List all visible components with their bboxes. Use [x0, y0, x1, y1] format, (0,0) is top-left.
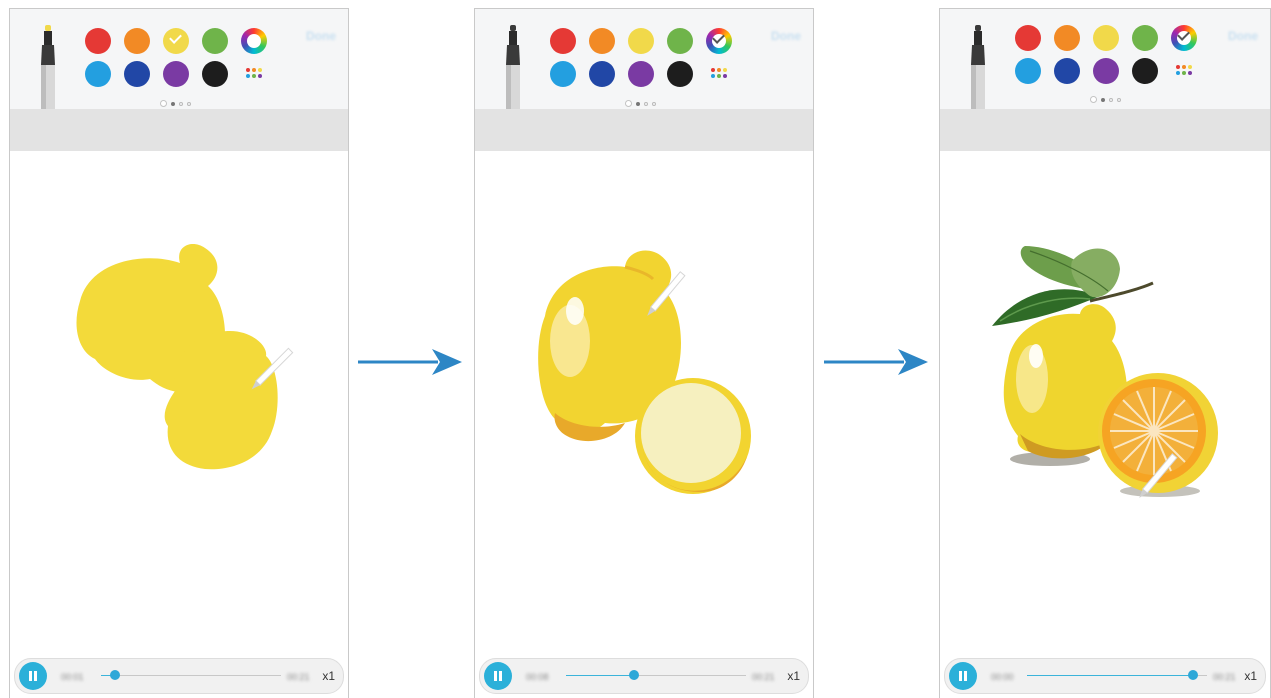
- playback-bar: 00:08 00:21 x1: [479, 658, 809, 694]
- color-yellow[interactable]: [1093, 25, 1119, 51]
- current-time: 00:08: [526, 672, 549, 682]
- total-time: 00:21: [1213, 672, 1236, 682]
- history-icon: [1090, 96, 1097, 104]
- arrow-right-icon: [358, 349, 462, 375]
- progress-knob[interactable]: [1187, 670, 1198, 680]
- progress-knob[interactable]: [629, 670, 640, 680]
- color-wheel-icon[interactable]: [1171, 25, 1197, 51]
- speed-toggle[interactable]: x1: [787, 669, 800, 683]
- more-colors-icon[interactable]: [246, 68, 264, 80]
- total-time: 00:21: [287, 672, 310, 682]
- color-wheel-icon[interactable]: [241, 28, 267, 54]
- phone-screen-step-1: Done 00:01 00:21 x1: [9, 8, 349, 698]
- color-light-blue[interactable]: [1015, 58, 1041, 84]
- color-red[interactable]: [550, 28, 576, 54]
- more-colors-icon[interactable]: [1176, 65, 1194, 77]
- pen-settings-toolbar: Done: [475, 9, 813, 110]
- color-black[interactable]: [667, 61, 693, 87]
- page-indicator: [623, 95, 658, 108]
- color-dark-blue[interactable]: [589, 61, 615, 87]
- color-dark-blue[interactable]: [124, 61, 150, 87]
- color-black[interactable]: [202, 61, 228, 87]
- pause-button[interactable]: [484, 662, 512, 690]
- speed-toggle[interactable]: x1: [1244, 669, 1257, 683]
- drawing-header-band: [475, 109, 813, 151]
- drawing-canvas[interactable]: [475, 151, 813, 658]
- color-light-blue[interactable]: [85, 61, 111, 87]
- color-orange[interactable]: [1054, 25, 1080, 51]
- arrow-right-icon: [824, 349, 928, 375]
- color-purple[interactable]: [163, 61, 189, 87]
- phone-screen-step-3: Done 00:00 00:21 x1: [939, 8, 1271, 698]
- lemon-drawing-step-1: [76, 244, 294, 470]
- playback-bar: 00:01 00:21 x1: [14, 658, 344, 694]
- marker-pen-icon[interactable]: [37, 25, 59, 109]
- marker-pen-icon[interactable]: [502, 25, 524, 109]
- current-time: 00:01: [61, 672, 84, 682]
- color-green[interactable]: [667, 28, 693, 54]
- progress-fill: [1027, 675, 1193, 676]
- progress-knob[interactable]: [110, 670, 121, 680]
- pause-button[interactable]: [19, 662, 47, 690]
- color-purple[interactable]: [628, 61, 654, 87]
- color-yellow[interactable]: [163, 28, 189, 54]
- speed-toggle[interactable]: x1: [322, 669, 335, 683]
- more-colors-icon[interactable]: [711, 68, 729, 80]
- progress-track[interactable]: [1027, 675, 1207, 676]
- done-button[interactable]: Done: [1228, 29, 1258, 43]
- check-icon: [1177, 28, 1190, 41]
- color-dark-blue[interactable]: [1054, 58, 1080, 84]
- page-indicator: [158, 95, 193, 108]
- page-indicator: [1088, 91, 1123, 104]
- color-black[interactable]: [1132, 58, 1158, 84]
- pen-settings-toolbar: Done: [940, 9, 1270, 110]
- color-orange[interactable]: [124, 28, 150, 54]
- lemon-drawing-step-2: [538, 250, 751, 494]
- done-button[interactable]: Done: [771, 29, 801, 43]
- check-icon: [169, 31, 182, 44]
- color-green[interactable]: [1132, 25, 1158, 51]
- marker-pen-icon[interactable]: [967, 25, 989, 109]
- color-purple[interactable]: [1093, 58, 1119, 84]
- pause-button[interactable]: [949, 662, 977, 690]
- playback-bar: 00:00 00:21 x1: [944, 658, 1266, 694]
- history-icon: [625, 100, 632, 108]
- done-button[interactable]: Done: [306, 29, 336, 43]
- phone-screen-step-2: Done 00:08 00:21 x1: [474, 8, 814, 698]
- color-red[interactable]: [85, 28, 111, 54]
- progress-fill: [566, 675, 635, 676]
- current-time: 00:00: [991, 672, 1014, 682]
- progress-track[interactable]: [101, 675, 281, 676]
- color-yellow[interactable]: [628, 28, 654, 54]
- total-time: 00:21: [752, 672, 775, 682]
- drawing-header-band: [940, 109, 1270, 151]
- drawing-header-band: [10, 109, 348, 151]
- color-wheel-icon[interactable]: [706, 28, 732, 54]
- progress-track[interactable]: [566, 675, 746, 676]
- check-icon: [712, 31, 725, 44]
- lemon-drawing-step-3: [992, 246, 1218, 498]
- history-icon: [160, 100, 167, 108]
- drawing-canvas[interactable]: [10, 151, 348, 658]
- color-orange[interactable]: [589, 28, 615, 54]
- drawing-canvas[interactable]: [940, 151, 1270, 658]
- pen-settings-toolbar: Done: [10, 9, 348, 110]
- color-red[interactable]: [1015, 25, 1041, 51]
- color-green[interactable]: [202, 28, 228, 54]
- color-light-blue[interactable]: [550, 61, 576, 87]
